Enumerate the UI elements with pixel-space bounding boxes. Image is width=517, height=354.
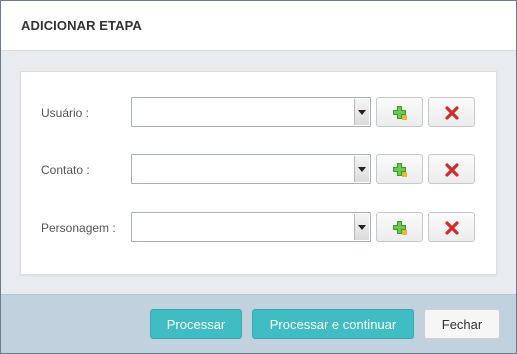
add-green-plus-icon <box>393 221 407 235</box>
usuario-remove-button[interactable] <box>428 97 475 127</box>
personagem-label: Personagem : <box>41 221 116 235</box>
fechar-button[interactable]: Fechar <box>424 309 500 339</box>
form-row-contato: Contato : <box>21 154 498 186</box>
add-green-plus-icon <box>393 106 407 120</box>
add-green-plus-icon <box>393 163 407 177</box>
form-row-personagem: Personagem : <box>21 212 498 244</box>
form-panel: Usuário : Contato: Personagem: <box>20 71 497 275</box>
dialog-footer: Processar Processar e continuar Fechar <box>1 294 516 353</box>
contato-select[interactable] <box>131 154 371 184</box>
processar-continuar-button[interactable]: Processar e continuar <box>252 309 414 339</box>
usuario-add-button[interactable] <box>376 97 423 127</box>
dialog-title: ADICIONAR ETAPA <box>21 18 142 33</box>
processar-button[interactable]: Processar <box>150 309 242 339</box>
usuario-label: Usuário : <box>41 106 90 120</box>
dialog-header: ADICIONAR ETAPA <box>1 1 516 51</box>
contato-label: Contato : <box>41 163 90 177</box>
personagem-select[interactable] <box>131 212 371 242</box>
contato-add-button[interactable] <box>376 154 423 184</box>
remove-red-x-icon <box>445 163 459 177</box>
add-stage-dialog: ADICIONAR ETAPA Usuário : Contato: Pers… <box>1 1 516 353</box>
personagem-add-button[interactable] <box>376 212 423 242</box>
chevron-down-icon[interactable] <box>354 214 369 240</box>
chevron-down-icon[interactable] <box>354 156 369 182</box>
usuario-select[interactable] <box>131 97 371 127</box>
remove-red-x-icon <box>445 106 459 120</box>
contato-remove-button[interactable] <box>428 154 475 184</box>
personagem-remove-button[interactable] <box>428 212 475 242</box>
chevron-down-icon[interactable] <box>354 99 369 125</box>
remove-red-x-icon <box>445 221 459 235</box>
form-row-usuario: Usuário : <box>21 97 498 129</box>
